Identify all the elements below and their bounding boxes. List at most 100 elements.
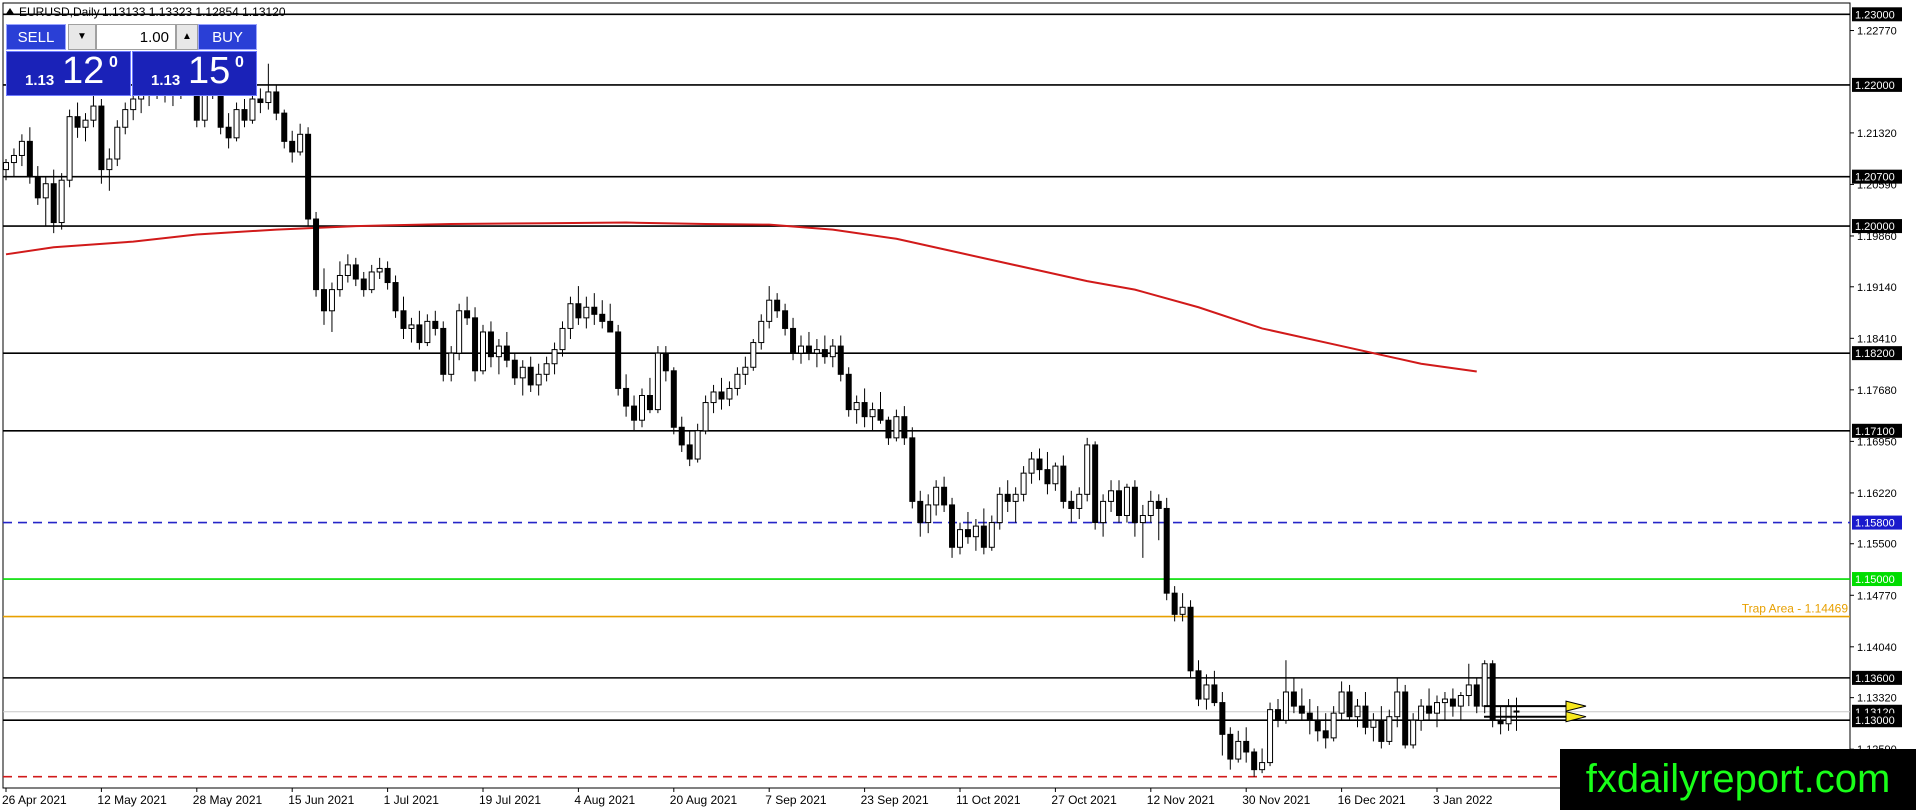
price-tick-label: 1.22770 [1857,26,1897,38]
candle-body [702,402,709,432]
candle-body [66,116,73,181]
candle-body [26,140,33,178]
candle-body [1306,712,1313,721]
candle-body [352,264,359,280]
candle-body [670,370,677,428]
time-tick-label: 23 Sep 2021 [861,793,929,807]
candle-body [527,366,534,386]
candle-body [265,91,272,104]
candle-body [1227,733,1234,760]
time-tick-label: 1 Jul 2021 [384,793,440,807]
candle-body [790,327,797,354]
candle [1163,497,1170,601]
lot-increase-button[interactable]: ▲ [176,24,198,50]
price-tick-label: 1.13320 [1857,693,1897,705]
candle-body [1187,606,1194,672]
candle-body [106,158,113,171]
sell-price-big: 12 [62,50,105,92]
candle-body [742,366,749,375]
candle [440,321,447,382]
buy-price-big: 15 [188,50,231,92]
candle-body [925,504,932,524]
candle-body [933,486,940,506]
candle-body [829,345,836,358]
candle [58,173,65,230]
candle-body [1092,444,1099,524]
candle-body [114,126,121,160]
price-chart[interactable]: 1.227701.213201.205901.198601.191401.184… [0,0,1916,810]
candle-body [909,437,916,502]
candle-body [1139,515,1146,524]
candle-body [1108,490,1115,502]
candle-body [1410,719,1417,746]
candle-body [321,289,327,312]
candle-body [130,98,137,111]
candle-body [893,416,900,439]
time-tick-label: 12 May 2021 [97,793,167,807]
price-tick-label: 1.19140 [1857,282,1897,294]
candle-body [1084,444,1091,495]
candle-body [1290,691,1297,707]
candle-body [1243,740,1250,753]
candle-body [1060,465,1067,502]
candle-body [1298,705,1305,714]
candle-body [980,525,987,548]
lot-decrease-button[interactable]: ▼ [68,24,96,50]
candle-body [281,112,288,142]
candle-body [448,352,455,375]
candle-body [861,402,868,418]
level-label: 1.17100 [1855,426,1895,438]
sell-button[interactable]: SELL [6,24,66,50]
candle-body [726,387,733,400]
candle-body [535,373,542,386]
lot-size-field[interactable] [96,24,176,50]
candle-body [360,278,367,291]
chevron-down-icon: ▼ [77,31,87,42]
candle-body [1402,691,1409,746]
candle-body [885,419,892,439]
candle-body [710,391,717,404]
candle-body [487,331,494,358]
candle-body [1346,691,1353,718]
candle-body [233,109,240,139]
candle-body [376,267,383,273]
candle-body [368,271,375,291]
candle-body [877,409,884,421]
level-label: 1.18200 [1855,348,1895,360]
candle-body [1116,490,1122,517]
candle-body [639,395,645,421]
level-label: 1.20000 [1855,221,1895,233]
candle [1084,437,1091,502]
candle-body [1322,730,1329,739]
candle-body [511,359,518,379]
candle-body [694,430,701,460]
candle-body [1171,592,1178,615]
sell-price-prefix: 1.13 [25,72,55,89]
candle [670,367,677,435]
candle-body [1052,465,1059,485]
candle-body [957,529,963,548]
candle-body [972,525,979,538]
price-tick-label: 1.16950 [1857,436,1897,448]
candle [313,211,320,297]
candle-body [480,331,486,372]
sell-quote[interactable]: 1.13 12 0 [6,50,131,96]
candle-body [623,387,630,407]
candle-body [82,119,89,128]
time-tick-label: 30 Nov 2021 [1242,793,1310,807]
buy-quote[interactable]: 1.13 15 0 [132,50,257,96]
candle-body [1362,705,1369,728]
candle-body [400,310,407,329]
candle [305,127,312,227]
buy-button[interactable]: BUY [198,24,257,50]
candle-body [1267,709,1274,764]
candle [750,339,757,371]
candle-body [50,183,57,224]
time-tick-label: 27 Oct 2021 [1051,793,1117,807]
time-tick-label: 15 Jun 2021 [288,793,354,807]
level-label: 1.20700 [1855,172,1895,184]
candle [1267,702,1274,767]
candle-body [1100,500,1107,524]
candle-body [917,500,924,524]
candle [909,427,916,509]
